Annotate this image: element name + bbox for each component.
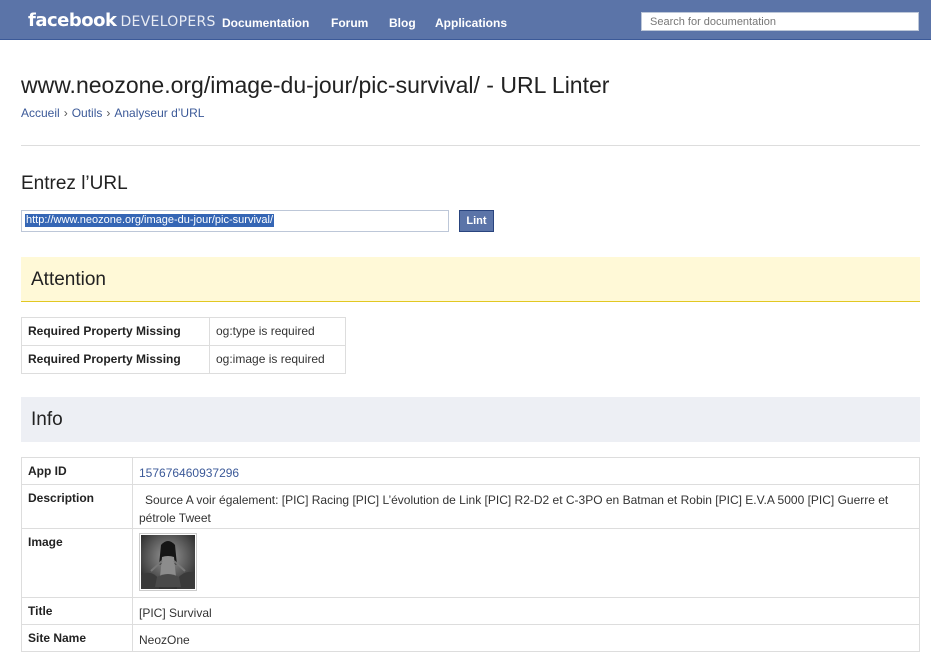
table-row: Title [PIC] Survival [21, 597, 920, 625]
table-row: Description Source A voir également: [PI… [21, 484, 920, 529]
breadcrumb-separator: › [106, 106, 111, 120]
title-value: [PIC] Survival [132, 597, 920, 625]
page-title: www.neozone.org/image-du-jour/pic-surviv… [21, 72, 610, 98]
info-heading: Info [21, 397, 920, 442]
nav-applications[interactable]: Applications [435, 16, 507, 30]
attention-heading: Attention [21, 257, 920, 302]
image-label: Image [21, 528, 133, 598]
warning-key: Required Property Missing [21, 345, 210, 374]
site-name-label: Site Name [21, 624, 133, 652]
breadcrumb-separator: › [63, 106, 68, 120]
warning-key: Required Property Missing [21, 317, 210, 346]
warning-value: og:image is required [209, 345, 346, 374]
table-row: Required Property Missing og:image is re… [21, 345, 346, 374]
top-navigation-bar: facebook DEVELOPERS Documentation Forum B… [0, 0, 931, 40]
site-name-value: NeozOne [132, 624, 920, 652]
search-input[interactable] [641, 12, 919, 31]
app-id-cell: 157676460937296 [132, 457, 920, 485]
app-id-label: App ID [21, 457, 133, 485]
og-image-thumbnail[interactable] [139, 533, 197, 591]
nav-forum[interactable]: Forum [331, 16, 368, 30]
title-label: Title [21, 597, 133, 625]
url-input[interactable] [21, 210, 449, 232]
info-table: App ID 157676460937296 Description Sourc… [21, 457, 920, 652]
url-heading: Entrez l’URL [21, 173, 128, 194]
lint-button[interactable]: Lint [459, 210, 494, 232]
description-value: Source A voir également: [PIC] Racing [P… [132, 484, 920, 529]
logo-brand: facebook [28, 10, 117, 31]
attention-table: Required Property Missing og:type is req… [21, 317, 346, 374]
divider [21, 145, 920, 146]
table-row: Site Name NeozOne [21, 624, 920, 652]
warning-value: og:type is required [209, 317, 346, 346]
description-text: Source A voir également: [PIC] Racing [P… [139, 493, 889, 525]
breadcrumb-analyseur[interactable]: Analyseur d’URL [114, 106, 204, 120]
breadcrumb: Accueil › Outils › Analyseur d’URL [21, 106, 204, 120]
breadcrumb-outils[interactable]: Outils [72, 106, 103, 120]
table-row: Required Property Missing og:type is req… [21, 317, 346, 346]
breadcrumb-accueil[interactable]: Accueil [21, 106, 60, 120]
logo-suffix: DEVELOPERS [120, 14, 216, 30]
app-id-link[interactable]: 157676460937296 [139, 466, 239, 480]
facebook-developers-logo[interactable]: facebook DEVELOPERS [28, 10, 216, 31]
nav-blog[interactable]: Blog [389, 16, 416, 30]
description-label: Description [21, 484, 133, 529]
nav-documentation[interactable]: Documentation [222, 16, 309, 30]
table-row: App ID 157676460937296 [21, 457, 920, 485]
image-cell [132, 528, 920, 598]
table-row: Image [21, 528, 920, 598]
